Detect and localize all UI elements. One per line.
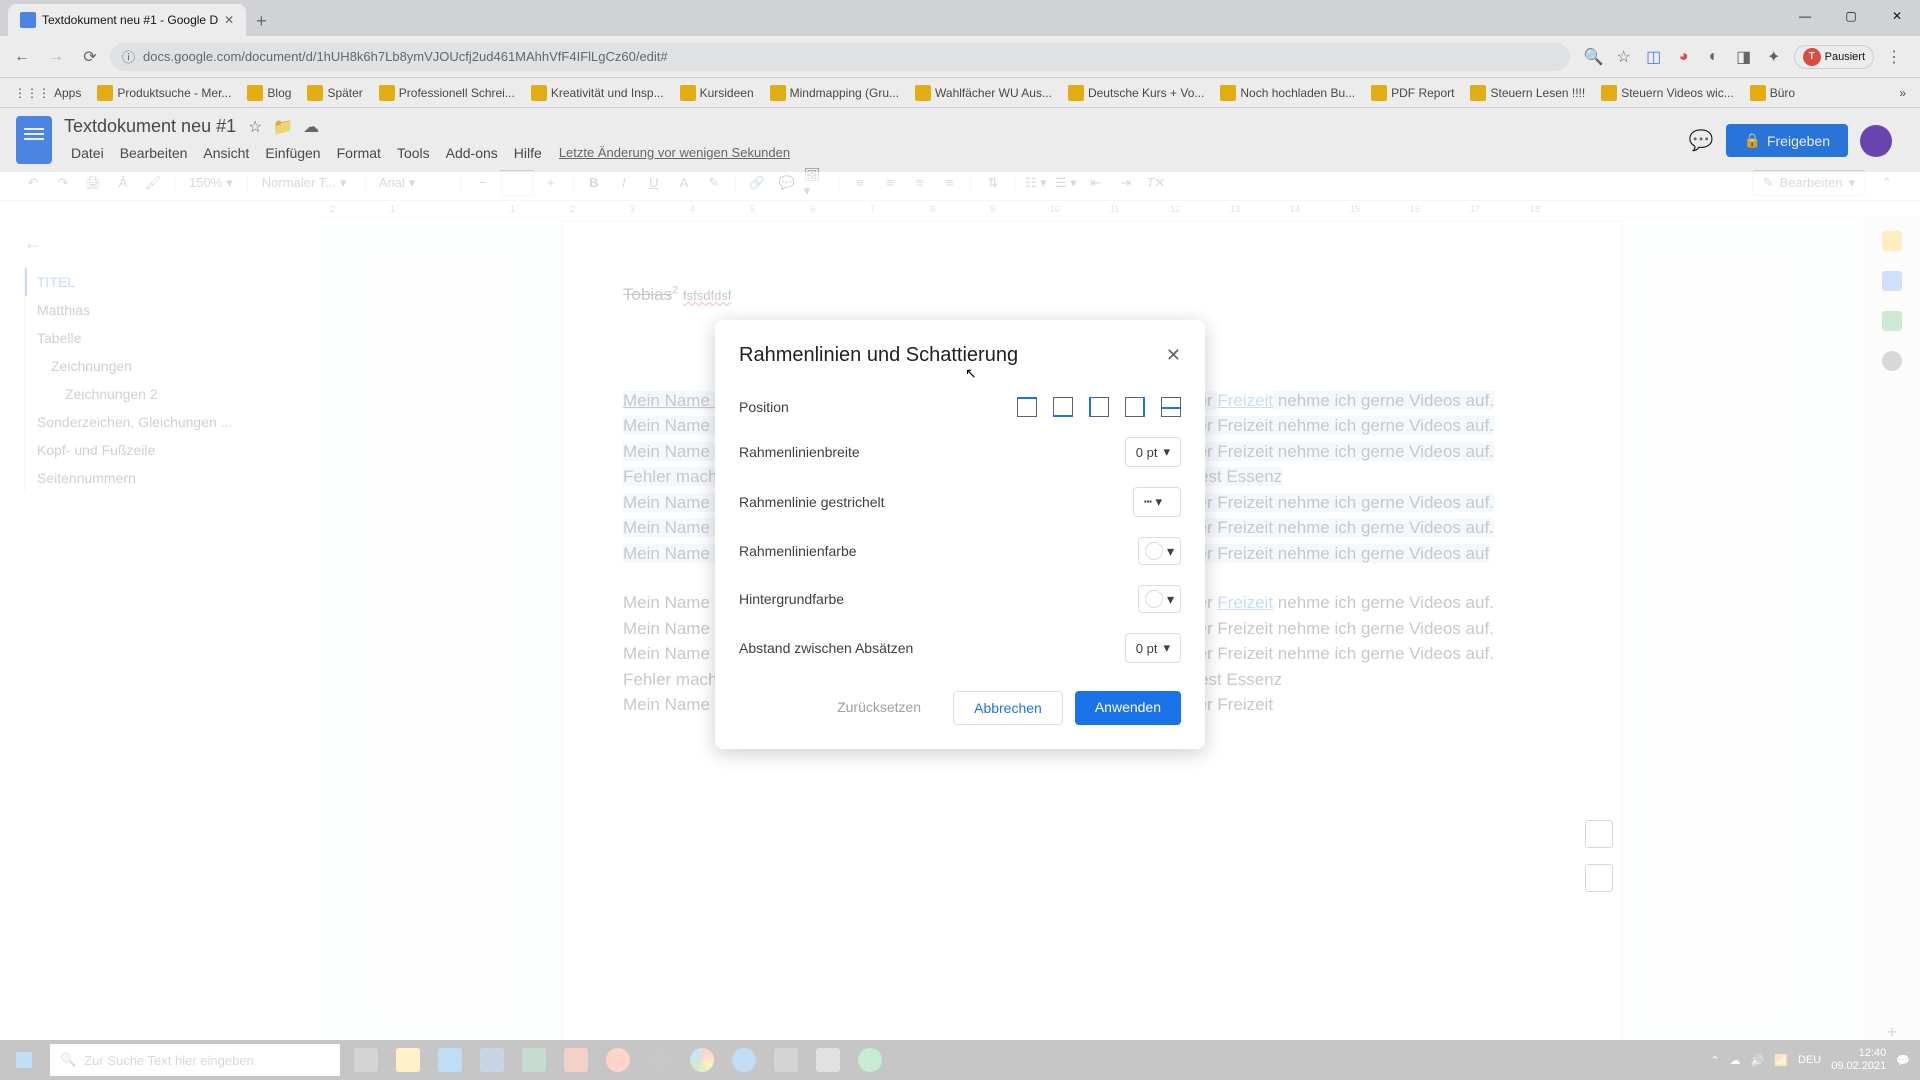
border-dash-label: Rahmenlinie gestrichelt xyxy=(739,494,885,510)
border-top-button[interactable] xyxy=(1017,397,1037,417)
border-color-label: Rahmenlinienfarbe xyxy=(739,543,857,559)
border-bottom-button[interactable] xyxy=(1053,397,1073,417)
border-dash-select[interactable]: ┅ ▾ xyxy=(1133,487,1181,517)
bg-color-label: Hintergrundfarbe xyxy=(739,591,844,607)
borders-shading-dialog: Rahmenlinien und Schattierung ✕ Position… xyxy=(715,320,1205,749)
apply-button[interactable]: Anwenden xyxy=(1075,691,1181,725)
reset-button[interactable]: Zurücksetzen xyxy=(817,691,941,725)
spacing-select[interactable]: 0 pt ▾ xyxy=(1125,633,1181,663)
position-label: Position xyxy=(739,399,789,415)
border-color-select[interactable]: ▾ xyxy=(1138,537,1181,565)
spacing-label: Abstand zwischen Absätzen xyxy=(739,640,913,656)
cursor-icon: ↖ xyxy=(965,365,977,382)
cancel-button[interactable]: Abbrechen xyxy=(953,691,1063,725)
close-icon[interactable]: ✕ xyxy=(1166,345,1181,366)
border-width-select[interactable]: 0 pt ▾ xyxy=(1125,437,1181,467)
border-left-button[interactable] xyxy=(1089,397,1109,417)
border-width-label: Rahmenlinienbreite xyxy=(739,444,860,460)
border-right-button[interactable] xyxy=(1125,397,1145,417)
dialog-title: Rahmenlinien und Schattierung xyxy=(739,344,1018,367)
border-between-button[interactable] xyxy=(1161,397,1181,417)
bg-color-select[interactable]: ▾ xyxy=(1138,585,1181,613)
